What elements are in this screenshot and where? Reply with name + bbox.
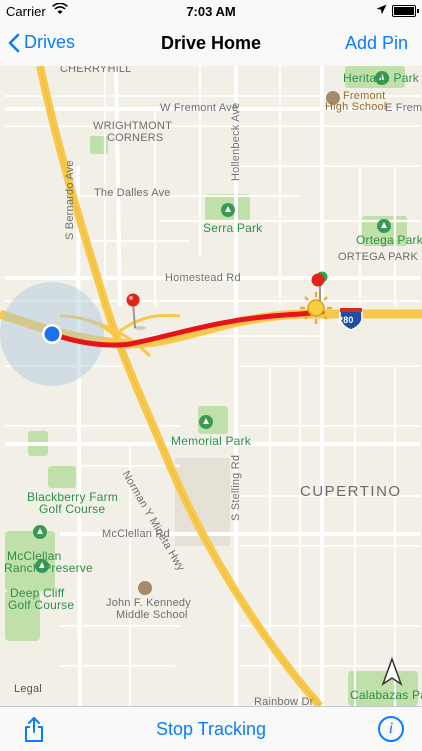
label-cherryhill: CHERRYHILL xyxy=(60,66,132,75)
label-blackberry-2: Golf Course xyxy=(39,502,106,516)
map-view[interactable]: CHERRYHILL WRIGHTMONT CORNERS Heritage P… xyxy=(0,66,422,706)
location-arrow-icon xyxy=(376,3,387,18)
add-pin-button[interactable]: Add Pin xyxy=(345,33,408,54)
label-rainbow-dr: Rainbow Dr xyxy=(254,696,314,706)
label-memorial-park: Memorial Park xyxy=(171,434,251,448)
label-wrightmont: WRIGHTMONT xyxy=(93,120,172,132)
label-homestead-rd: Homestead Rd xyxy=(165,272,241,284)
label-heritage-park: Heritage Park xyxy=(343,71,419,85)
label-cupertino: CUPERTINO xyxy=(300,483,402,500)
label-w-fremont-ave: W Fremont Ave xyxy=(160,102,239,114)
label-ortega-park-district: ORTEGA PARK xyxy=(338,251,419,263)
stop-tracking-button[interactable]: Stop Tracking xyxy=(156,719,266,739)
share-icon xyxy=(25,717,43,742)
label-serra-park: Serra Park xyxy=(203,221,263,235)
label-kennedy-1: John F. Kennedy xyxy=(106,597,191,609)
label-mcclellan-ranch-2: Ranch Preserve xyxy=(4,561,93,575)
legal-link[interactable]: Legal xyxy=(14,683,42,695)
back-button-label: Drives xyxy=(24,32,76,52)
info-icon[interactable]: i xyxy=(378,716,404,742)
label-corners: CORNERS xyxy=(107,132,164,144)
chevron-left-icon xyxy=(8,33,20,52)
battery-icon xyxy=(392,5,419,17)
label-fremont-high-2: High School xyxy=(325,101,387,113)
status-bar: Carrier 7:03 AM xyxy=(0,0,422,22)
navigation-bar: Drives Drive Home Add Pin xyxy=(0,22,422,67)
label-ortega-park: Ortega Park xyxy=(356,233,422,247)
label-dalles-ave: The Dalles Ave xyxy=(94,187,171,199)
share-button[interactable] xyxy=(24,716,44,747)
label-s-stelling-rd: S Stelling Rd xyxy=(230,454,242,521)
back-button[interactable]: Drives xyxy=(8,32,75,53)
status-time: 7:03 AM xyxy=(186,4,236,19)
label-calabazas: Calabazas Pa xyxy=(350,688,422,702)
label-hollenbeck-ave: Hollenbeck Ave xyxy=(230,102,242,181)
label-s-bernardo-ave: S Bernardo Ave xyxy=(64,160,76,240)
label-e-fremont: E Frem xyxy=(385,102,422,114)
label-deep-cliff-2: Golf Course xyxy=(8,598,75,612)
label-280-shield: 280 xyxy=(338,315,354,325)
label-kennedy-2: Middle School xyxy=(116,609,188,621)
bottom-toolbar: Stop Tracking i xyxy=(0,706,422,751)
